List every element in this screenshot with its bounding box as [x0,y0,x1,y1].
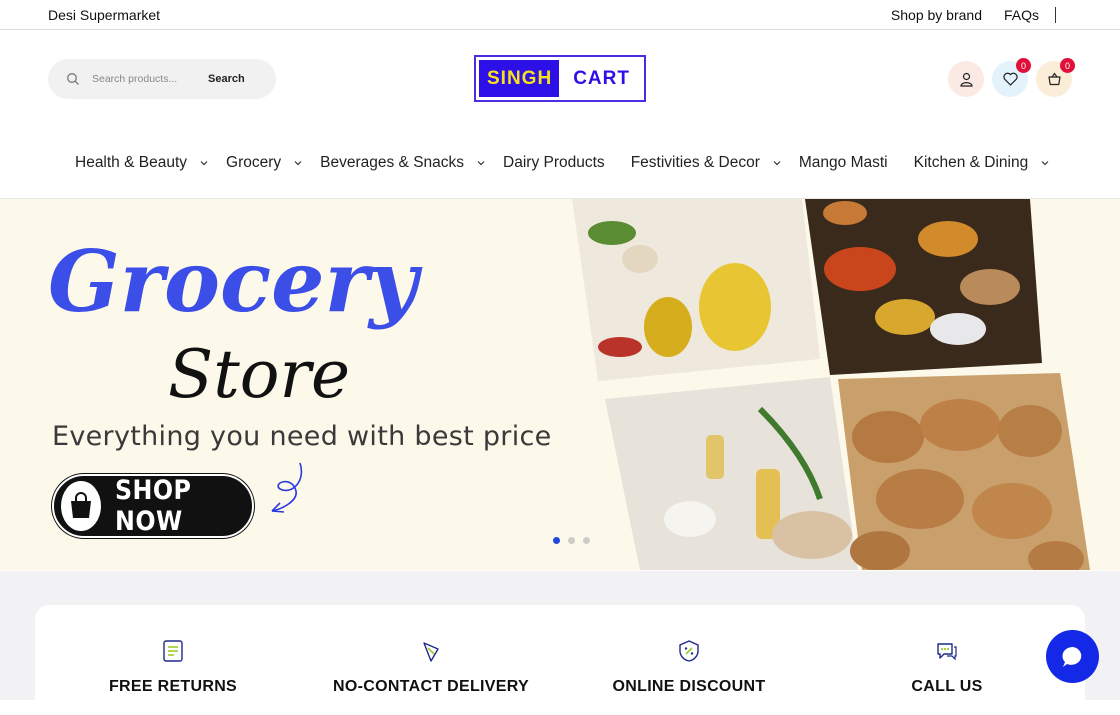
shop-now-label: SHOP NOW [114,475,191,537]
logo-right: CART [573,67,630,89]
returns-icon [163,640,183,662]
nav-item-health-beauty[interactable]: Health & Beauty [75,154,208,172]
nav-item-label: Dairy Products [503,154,605,171]
divider [1055,6,1056,23]
wishlist-button[interactable]: 0 [992,58,1031,97]
shop-by-brand-link[interactable]: Shop by brand [891,7,982,23]
feature-free-returns: FREE RETURNS [43,639,303,696]
chevron-down-icon [773,161,781,166]
feature-call-us: CALL US [817,639,1077,696]
hero-tagline: Everything you need with best price [52,421,552,452]
chat-launcher-button[interactable] [1046,630,1099,683]
search-icon [67,73,79,85]
site-logo[interactable]: SINGH CART [474,55,646,102]
search-button[interactable]: Search [208,73,245,85]
photo-cosmetics [605,377,858,570]
shopping-bag-icon [57,477,105,535]
nav-item-label: Health & Beauty [75,154,188,171]
faqs-link[interactable]: FAQs [1004,7,1039,23]
photo-spices [805,199,1042,375]
nav-item-dairy-products[interactable]: Dairy Products [503,154,605,172]
arrow-doodle [271,462,303,512]
chevron-down-icon [477,161,485,166]
nav-item-label: Festivities & Decor [630,154,760,171]
store-name: Desi Supermarket [48,6,161,23]
photo-oils [572,199,820,381]
shop-now-button[interactable]: SHOP NOW [52,474,254,538]
chat-icon [1061,646,1081,667]
account-button[interactable] [948,61,984,97]
header: Search SINGH CART 0 0 [0,30,1120,128]
hero-banner[interactable]: Grocery Store Everything you need with b… [0,199,1120,570]
heart-icon [1002,72,1018,86]
chevron-down-icon [1041,161,1049,166]
cart-button[interactable]: 0 [1036,58,1075,97]
nav-item-grocery[interactable]: Grocery [226,154,302,172]
feature-title: ONLINE DISCOUNT [612,678,766,695]
features-card: FREE RETURNS NO-CONTACT DELIVERY ONLINE … [35,605,1085,715]
features-section: FREE RETURNS NO-CONTACT DELIVERY ONLINE … [0,571,1120,715]
feature-title: FREE RETURNS [108,678,238,695]
nav-item-beverages-snacks[interactable]: Beverages & Snacks [320,154,485,172]
wishlist-count-badge: 0 [1016,58,1031,73]
basket-icon [1047,72,1061,86]
slider-dots [553,537,590,544]
main-nav: Health & Beauty Grocery Beverages & Snac… [0,128,1120,199]
nav-item-mango-masti[interactable]: Mango Masti [799,154,888,172]
user-icon [959,72,973,87]
chevron-down-icon [200,161,208,166]
slider-dot-2[interactable] [568,537,575,544]
chevron-down-icon [294,161,302,166]
nav-item-kitchen-dining[interactable]: Kitchen & Dining [913,154,1049,172]
logo-left: SINGH [479,60,560,97]
search-bar: Search [48,59,276,99]
feature-title: NO-CONTACT DELIVERY [333,678,529,695]
nav-item-label: Mango Masti [798,154,888,171]
feature-online-discount: ONLINE DISCOUNT [559,639,819,696]
chat-bubbles-icon [937,643,957,661]
nav-item-label: Beverages & Snacks [320,154,465,171]
header-icons: 0 0 [948,58,1075,97]
slider-dot-1[interactable] [553,537,560,544]
feature-no-contact-delivery: NO-CONTACT DELIVERY [301,639,561,696]
nav-item-festivities-decor[interactable]: Festivities & Decor [630,154,781,172]
nav-item-label: Kitchen & Dining [913,154,1029,171]
cart-count-badge: 0 [1060,58,1075,73]
photo-cookies [838,373,1090,570]
feature-title: CALL US [911,678,983,695]
hero-script-title: Grocery [48,232,423,331]
discount-icon [679,640,699,662]
top-bar: Desi Supermarket Shop by brand FAQs [0,0,1120,30]
nav-item-label: Grocery [226,154,282,171]
delivery-icon [423,642,439,662]
top-links: Shop by brand FAQs [891,6,1056,23]
search-input[interactable] [92,73,202,85]
hero-script-sub: Store [168,336,350,413]
slider-dot-3[interactable] [583,537,590,544]
